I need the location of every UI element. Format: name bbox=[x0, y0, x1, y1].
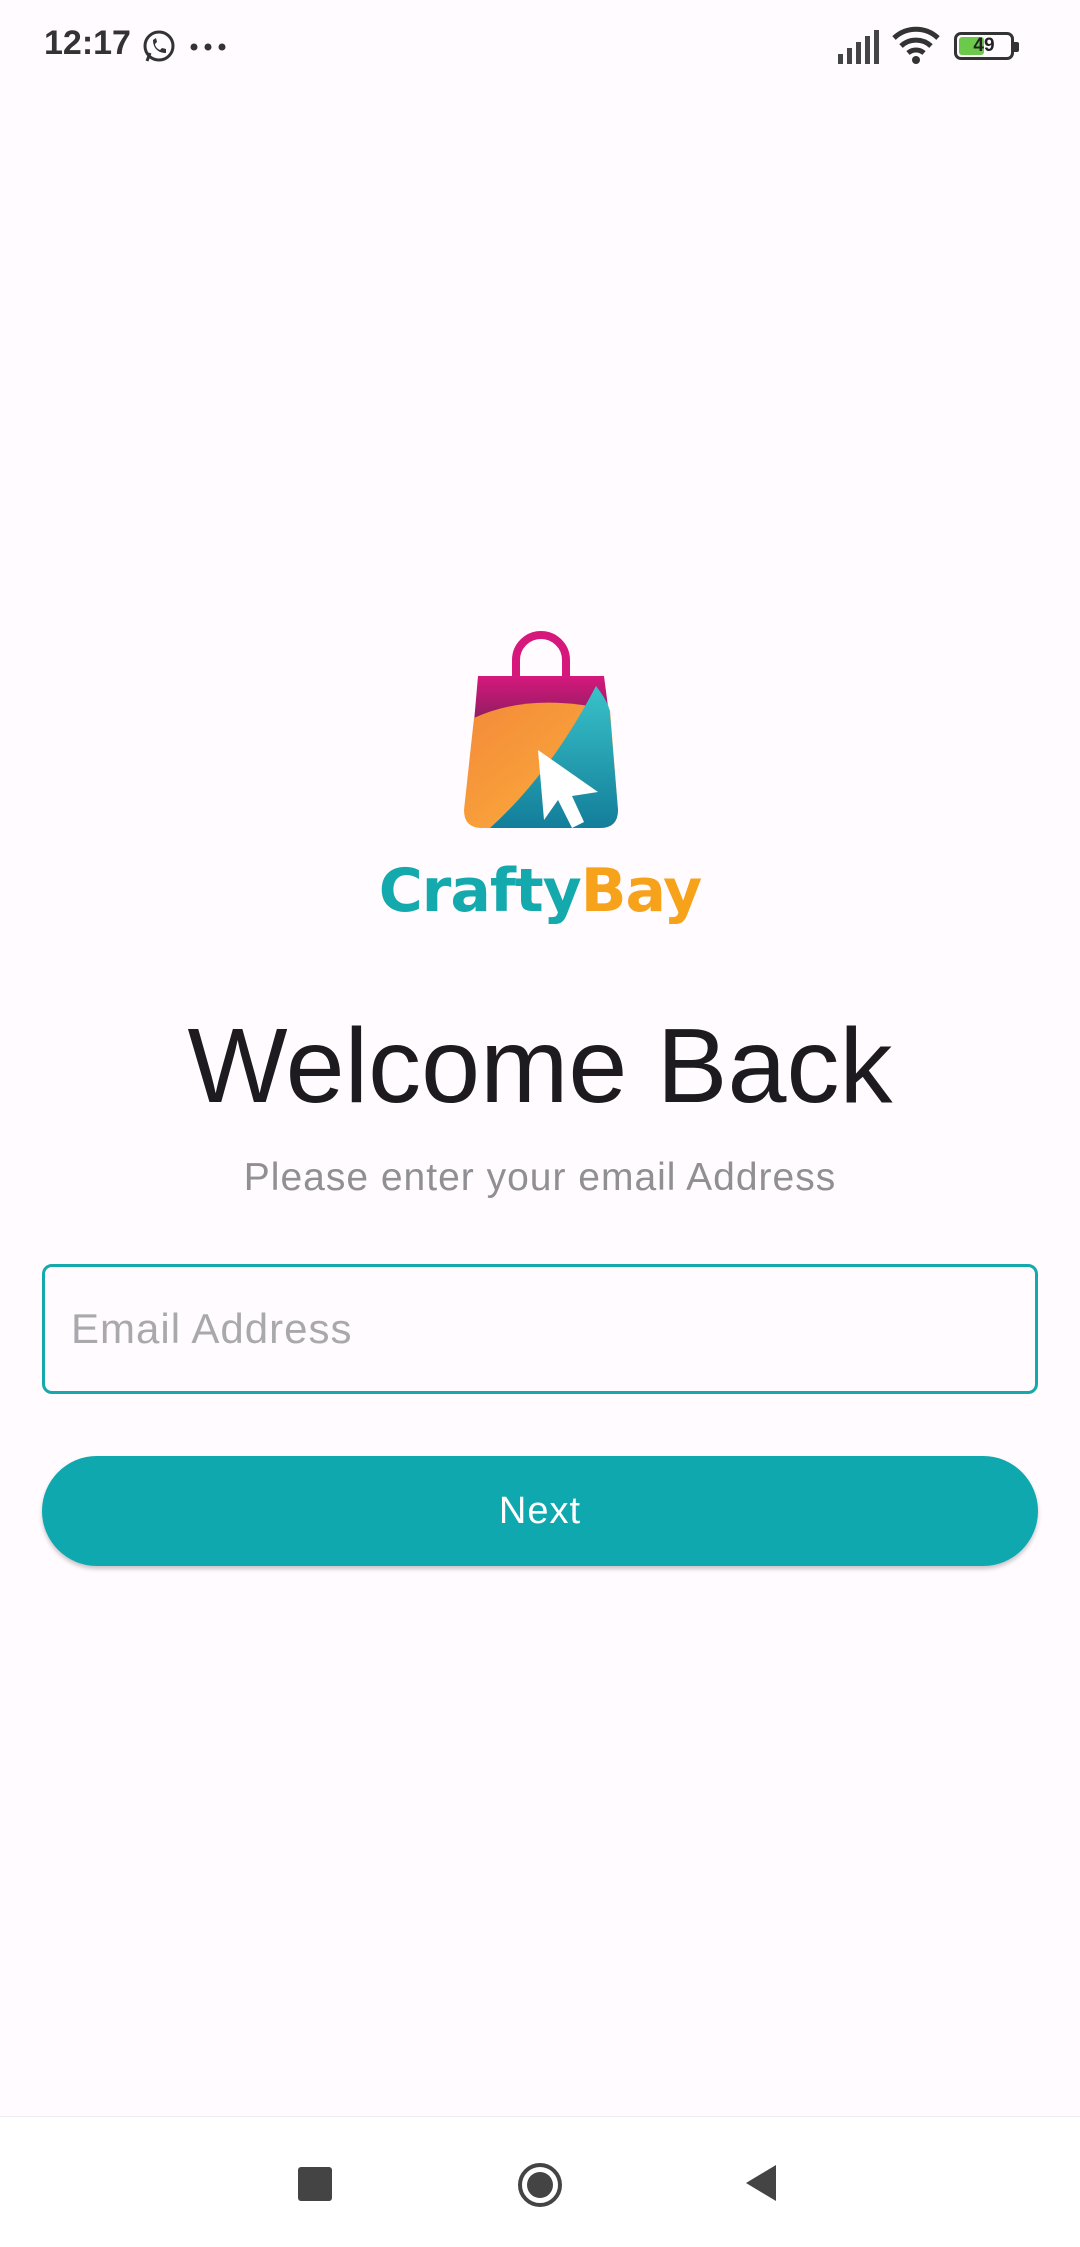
status-bar: 12:17 49 bbox=[0, 0, 1080, 96]
craftybay-wordmark: CraftyBay bbox=[0, 856, 1080, 926]
logo-text-bay: Bay bbox=[580, 856, 702, 926]
logo-text-crafty: Crafty bbox=[378, 856, 582, 926]
back-icon[interactable] bbox=[742, 2163, 778, 2203]
whatsapp-icon bbox=[143, 30, 175, 62]
craftybay-bag-logo bbox=[464, 631, 618, 828]
home-icon[interactable] bbox=[516, 2161, 564, 2209]
next-button[interactable]: Next bbox=[42, 1456, 1038, 1566]
wifi-icon bbox=[892, 26, 940, 64]
battery-icon: 49 bbox=[954, 32, 1019, 60]
page-subtitle: Please enter your email Address bbox=[243, 1156, 837, 1199]
navigation-bar bbox=[0, 2116, 1080, 2247]
recents-icon[interactable] bbox=[298, 2167, 332, 2201]
more-icon bbox=[190, 43, 226, 51]
email-field[interactable] bbox=[42, 1264, 1038, 1394]
status-time: 12:17 bbox=[44, 24, 131, 62]
page-title: Welcome Back bbox=[187, 1007, 893, 1125]
signal-icon bbox=[838, 30, 879, 64]
battery-level: 49 bbox=[973, 35, 995, 56]
